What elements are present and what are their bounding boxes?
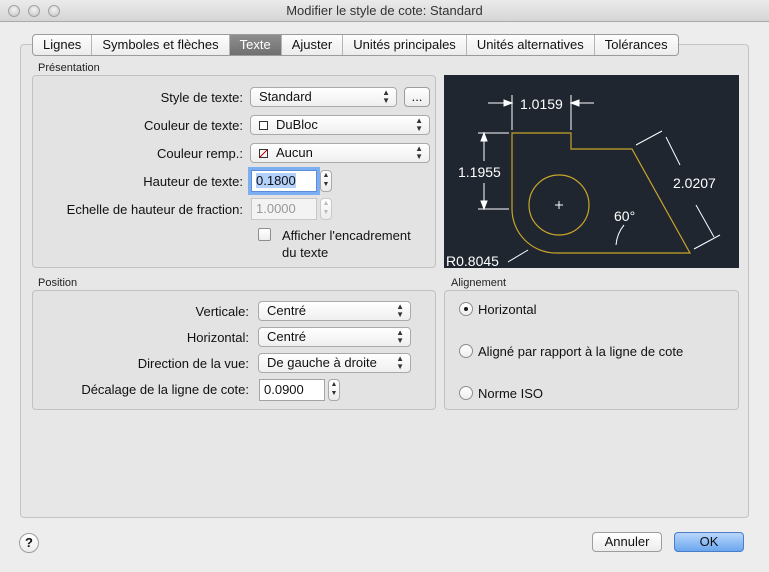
view-direction-value: De gauche à droite [267, 355, 377, 370]
tab-symboles-fleches[interactable]: Symboles et flèches [92, 35, 230, 55]
preview-angle: 60° [614, 208, 635, 224]
align-iso-label: Norme ISO [478, 386, 544, 401]
vertical-value: Centré [267, 303, 307, 318]
align-horizontal-radio[interactable] [459, 302, 473, 316]
offset-label: Décalage de la ligne de cote: [81, 382, 249, 397]
fill-color-label: Couleur remp.: [157, 146, 243, 161]
preview-radius: R0.8045 [446, 253, 499, 268]
window-title: Modifier le style de cote: Standard [286, 3, 483, 18]
text-color-select[interactable]: DuBloc ▲ ▼ [250, 115, 430, 135]
tab-tolerances[interactable]: Tolérances [595, 35, 678, 55]
help-button[interactable]: ? [19, 533, 39, 553]
tab-unites-principales[interactable]: Unités principales [343, 35, 467, 55]
text-style-select[interactable]: Standard ▲ ▼ [250, 87, 397, 107]
alignment-section-title: Alignement [451, 277, 507, 289]
fraction-scale-stepper[interactable]: ▲ ▼ [320, 198, 332, 220]
tab-texte[interactable]: Texte [229, 35, 282, 55]
horizontal-value: Centré [267, 329, 307, 344]
preview-dim-left: 1.1955 [458, 164, 501, 180]
text-color-label: Couleur de texte: [143, 118, 243, 133]
fill-color-value: Aucun [276, 145, 313, 160]
updown-arrows-icon: ▲ ▼ [415, 144, 423, 161]
preview-dim-diag: 2.0207 [673, 175, 716, 191]
preview-drawing: 1.0159 1.1955 2.0207 60° R0.8045 [446, 95, 721, 269]
position-section-title: Position [38, 277, 78, 289]
text-height-value: 0.1800 [256, 173, 296, 188]
dimension-preview: 1.0159 1.1955 2.0207 60° R0.8045 [444, 75, 739, 269]
tab-ajuster[interactable]: Ajuster [282, 35, 344, 55]
align-iso-radio[interactable] [459, 386, 473, 400]
view-direction-label: Direction de la vue: [137, 356, 249, 371]
text-style-label: Style de texte: [160, 90, 243, 105]
preview-labels: 1.0159 1.1955 2.0207 60° R0.8045 [446, 96, 716, 269]
no-color-swatch-icon [259, 149, 268, 158]
text-color-value: DuBloc [276, 117, 318, 132]
preview-geometry [511, 132, 692, 254]
align-dimension-line-label: Aligné par rapport à la ligne de cote [478, 344, 684, 359]
tab-unites-alternatives[interactable]: Unités alternatives [467, 35, 595, 55]
tab-bar: Lignes Symboles et flèches Texte Ajuster… [32, 34, 679, 56]
fill-color-select[interactable]: Aucun ▲ ▼ [250, 143, 430, 163]
updown-arrows-icon: ▲ ▼ [396, 354, 404, 371]
offset-input[interactable]: 0.0900 [259, 379, 325, 401]
offset-stepper[interactable]: ▲ ▼ [328, 379, 340, 401]
updown-arrows-icon: ▲ ▼ [396, 328, 404, 345]
text-height-stepper[interactable]: ▲ ▼ [320, 170, 332, 192]
title-bar: Modifier le style de cote: Standard [0, 0, 769, 22]
horizontal-label: Horizontal: [186, 330, 249, 345]
vertical-select[interactable]: Centré ▲ ▼ [258, 301, 411, 321]
frame-text-label-line2: du texte [282, 245, 329, 260]
tab-lignes[interactable]: Lignes [33, 35, 93, 55]
color-swatch-icon [259, 121, 268, 130]
presentation-section-title: Présentation [38, 62, 100, 74]
frame-text-checkbox[interactable] [258, 228, 271, 241]
cancel-button[interactable]: Annuler [592, 532, 662, 552]
preview-dim-top: 1.0159 [520, 96, 563, 112]
text-height-label: Hauteur de texte: [143, 174, 243, 189]
fraction-scale-input[interactable]: 1.0000 [251, 198, 317, 220]
horizontal-select[interactable]: Centré ▲ ▼ [258, 327, 411, 347]
align-horizontal-label: Horizontal [478, 302, 537, 317]
view-direction-select[interactable]: De gauche à droite ▲ ▼ [258, 353, 411, 373]
updown-arrows-icon: ▲ ▼ [382, 88, 390, 105]
text-style-browse-button[interactable]: ... [404, 87, 430, 107]
ok-button[interactable]: OK [674, 532, 744, 552]
vertical-label: Verticale: [195, 304, 249, 319]
updown-arrows-icon: ▲ ▼ [415, 116, 423, 133]
frame-text-label-line1: Afficher l'encadrement [282, 228, 411, 243]
text-style-value: Standard [259, 89, 312, 104]
align-dimension-line-radio[interactable] [459, 344, 473, 358]
frame-text-label: Afficher l'encadrement du texte [282, 227, 411, 261]
fraction-scale-label: Echelle de hauteur de fraction: [66, 202, 243, 217]
text-height-input[interactable]: 0.1800 [251, 170, 317, 192]
updown-arrows-icon: ▲ ▼ [396, 302, 404, 319]
